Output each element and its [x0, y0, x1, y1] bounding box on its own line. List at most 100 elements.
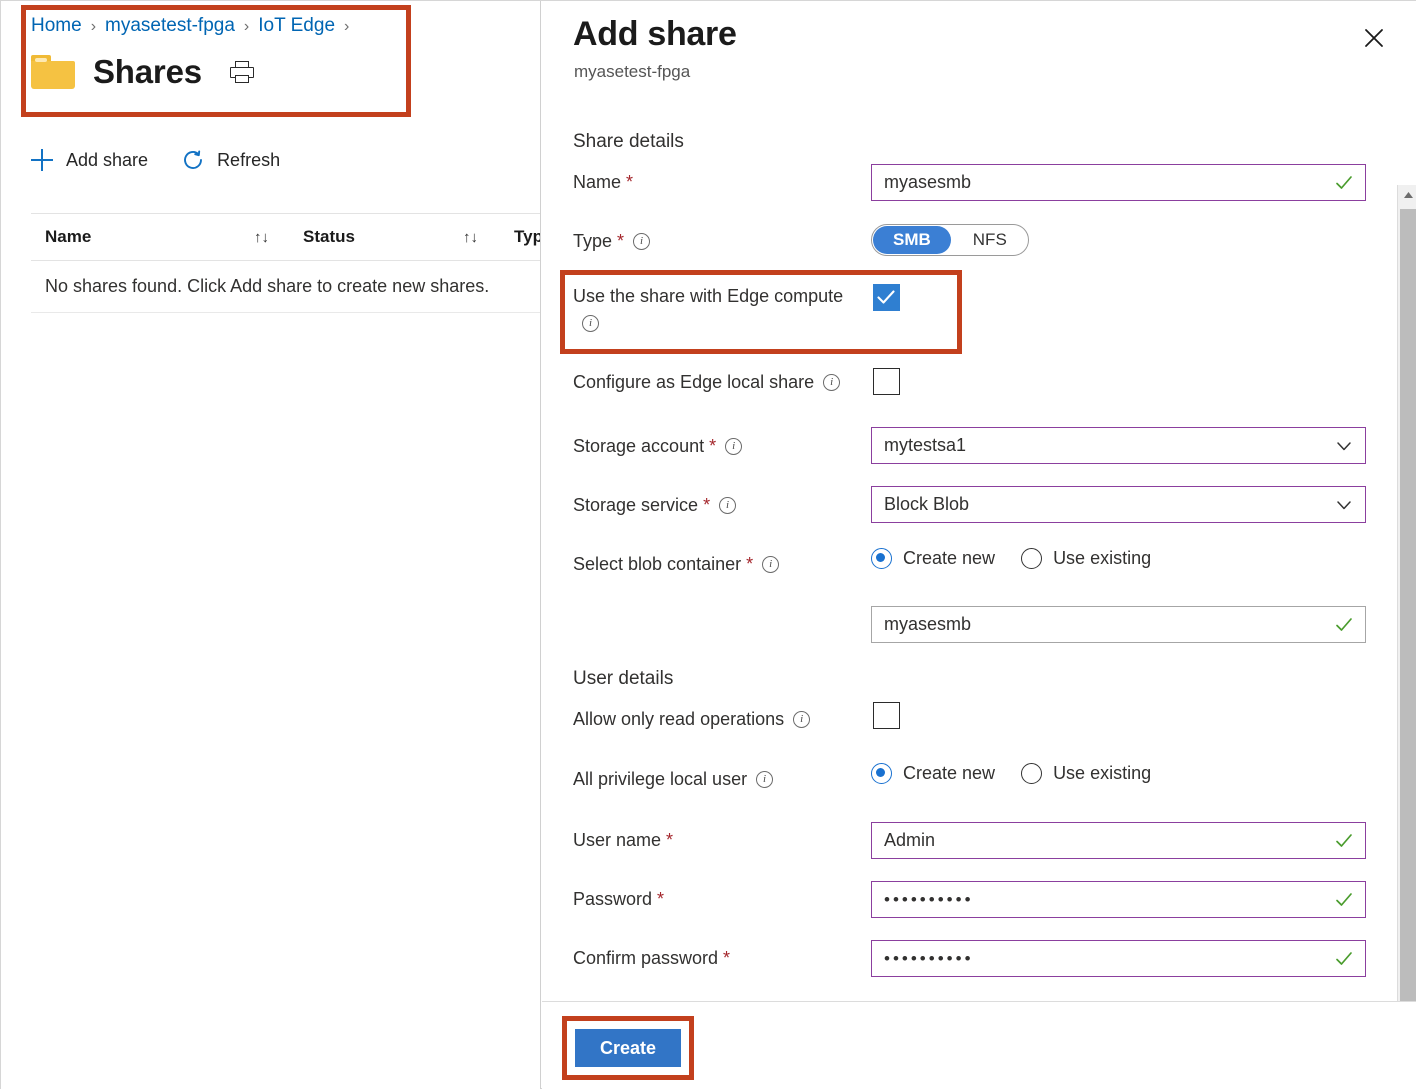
label-password: Password*: [573, 886, 873, 913]
create-button[interactable]: Create: [575, 1029, 681, 1067]
info-icon-blob-container[interactable]: i: [762, 556, 779, 573]
radio-unselected-icon: [1021, 548, 1042, 569]
info-icon-local-user[interactable]: i: [756, 771, 773, 788]
refresh-button[interactable]: Refresh: [182, 149, 280, 171]
required-marker: *: [657, 886, 664, 913]
close-icon[interactable]: [1357, 21, 1391, 55]
scrollbar-thumb[interactable]: [1400, 209, 1416, 1001]
empty-state-row: No shares found. Click Add share to crea…: [31, 261, 541, 313]
valid-check-icon: [1335, 174, 1353, 192]
confirm-password-value: ••••••••••: [884, 949, 1335, 969]
radio-unselected-icon: [1021, 763, 1042, 784]
add-share-button[interactable]: Add share: [31, 149, 148, 171]
required-marker: *: [617, 228, 624, 255]
storage-service-value: Block Blob: [884, 494, 1335, 515]
blob-container-use-existing-label: Use existing: [1053, 548, 1151, 569]
valid-check-icon: [1335, 832, 1353, 850]
local-user-create-new-label: Create new: [903, 763, 995, 784]
label-read-only: Allow only read operations i: [573, 706, 863, 733]
local-user-option-use-existing[interactable]: Use existing: [1021, 763, 1151, 784]
chevron-down-icon: [1335, 437, 1353, 455]
local-user-radio-group: Create new Use existing: [871, 763, 1177, 784]
printer-icon[interactable]: [230, 60, 254, 84]
label-storage-account: Storage account* i: [573, 433, 873, 460]
breadcrumb-item-home[interactable]: Home: [31, 15, 82, 37]
empty-state-message: No shares found. Click Add share to crea…: [45, 276, 489, 297]
add-share-label: Add share: [66, 150, 148, 171]
share-type-toggle[interactable]: SMB NFS: [871, 224, 1029, 256]
blade-title: Add share: [573, 15, 737, 54]
confirm-password-input[interactable]: ••••••••••: [871, 940, 1366, 977]
label-local-user: All privilege local user i: [573, 766, 863, 793]
required-marker: *: [746, 551, 753, 578]
column-header-type[interactable]: Typ: [514, 227, 541, 247]
local-user-option-create-new[interactable]: Create new: [871, 763, 995, 784]
user-name-value: Admin: [884, 830, 1335, 851]
password-input[interactable]: ••••••••••: [871, 881, 1366, 918]
breadcrumb-separator-icon: ›: [244, 18, 249, 36]
blob-container-name-value: myasesmb: [884, 614, 1335, 635]
radio-selected-icon: [871, 548, 892, 569]
label-confirm-password: Confirm password*: [573, 945, 873, 972]
breadcrumb-item-device[interactable]: myasetest-fpga: [105, 15, 235, 37]
info-icon-edge-compute[interactable]: i: [582, 315, 599, 332]
scroll-up-icon[interactable]: [1398, 185, 1416, 205]
info-icon-storage-account[interactable]: i: [725, 438, 742, 455]
type-option-smb[interactable]: SMB: [873, 226, 951, 254]
add-share-blade: Add share myasetest-fpga Share details N…: [542, 1, 1416, 1089]
storage-account-dropdown[interactable]: mytestsa1: [871, 427, 1366, 464]
plus-icon: [31, 149, 53, 171]
label-type: Type* i: [573, 228, 873, 255]
refresh-label: Refresh: [217, 150, 280, 171]
info-icon-storage-service[interactable]: i: [719, 497, 736, 514]
blob-container-name-input[interactable]: myasesmb: [871, 606, 1366, 643]
page-title-row: Shares: [31, 53, 254, 91]
label-storage-service: Storage service* i: [573, 492, 873, 519]
folder-icon: [31, 55, 75, 89]
edge-compute-checkbox[interactable]: [873, 284, 900, 311]
edge-local-share-checkbox[interactable]: [873, 368, 900, 395]
label-edge-local-share: Configure as Edge local share i: [573, 369, 863, 396]
shares-toolbar: Add share Refresh: [31, 149, 314, 171]
page-title: Shares: [93, 53, 202, 91]
required-marker: *: [626, 169, 633, 196]
sort-icon-name[interactable]: ↑↓: [254, 229, 269, 246]
refresh-icon: [182, 149, 204, 171]
chevron-down-icon: [1335, 496, 1353, 514]
local-user-use-existing-label: Use existing: [1053, 763, 1151, 784]
user-name-input[interactable]: Admin: [871, 822, 1366, 859]
blob-container-option-use-existing[interactable]: Use existing: [1021, 548, 1151, 569]
info-icon-read-only[interactable]: i: [793, 711, 810, 728]
blade-header: Add share myasetest-fpga: [542, 1, 1416, 93]
label-blob-container: Select blob container* i: [573, 551, 873, 578]
blade-footer: Create: [542, 1001, 1416, 1089]
blob-container-radio-group: Create new Use existing: [871, 548, 1177, 569]
breadcrumb-item-iot-edge[interactable]: IoT Edge: [258, 15, 335, 37]
info-icon-edge-local-share[interactable]: i: [823, 374, 840, 391]
blob-container-create-new-label: Create new: [903, 548, 995, 569]
required-marker: *: [709, 433, 716, 460]
blob-container-option-create-new[interactable]: Create new: [871, 548, 995, 569]
blade-body: Share details Name* myasesmb Type* i SMB…: [542, 93, 1416, 1001]
sort-icon-status[interactable]: ↑↓: [463, 229, 478, 246]
label-edge-compute: Use the share with Edge compute i: [573, 283, 863, 327]
password-value: ••••••••••: [884, 890, 1335, 910]
label-user-name: User name*: [573, 827, 873, 854]
section-title-user-details: User details: [573, 668, 673, 690]
column-header-name[interactable]: Name: [45, 227, 91, 247]
storage-service-dropdown[interactable]: Block Blob: [871, 486, 1366, 523]
shares-table-header: Name ↑↓ Status ↑↓ Typ: [31, 213, 541, 261]
label-name: Name*: [573, 169, 873, 196]
share-name-input[interactable]: myasesmb: [871, 164, 1366, 201]
column-header-status[interactable]: Status: [303, 227, 355, 247]
required-marker: *: [703, 492, 710, 519]
type-option-nfs[interactable]: NFS: [953, 226, 1027, 254]
read-only-checkbox[interactable]: [873, 702, 900, 729]
required-marker: *: [666, 827, 673, 854]
info-icon-type[interactable]: i: [633, 233, 650, 250]
blade-scrollbar[interactable]: [1397, 185, 1416, 1001]
blade-subtitle: myasetest-fpga: [574, 62, 690, 82]
radio-selected-icon: [871, 763, 892, 784]
share-name-value: myasesmb: [884, 172, 1335, 193]
valid-check-icon: [1335, 616, 1353, 634]
